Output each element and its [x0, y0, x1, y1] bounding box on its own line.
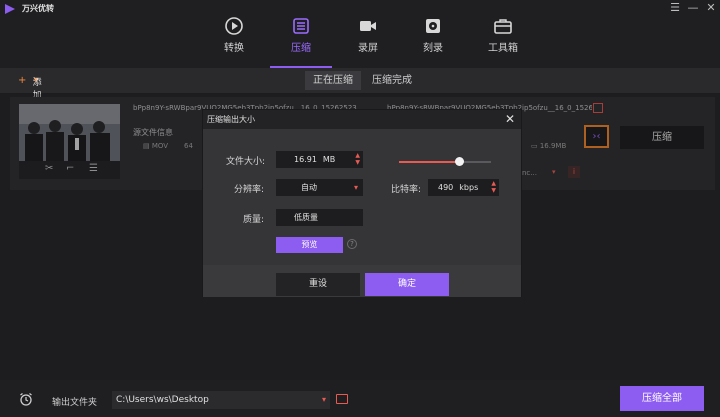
- bitrate-unit: kbps: [459, 183, 479, 192]
- help-icon[interactable]: ?: [347, 239, 357, 249]
- schedule-alarm-icon[interactable]: [19, 392, 33, 406]
- file-size-stepper-icon[interactable]: ▲ ▼: [355, 152, 360, 166]
- tab-record[interactable]: 录屏: [338, 16, 398, 54]
- tab-compressed[interactable]: 压缩完成: [364, 71, 420, 90]
- toolbox-icon: [494, 19, 512, 34]
- quality-label: 质量:: [243, 215, 265, 225]
- convert-icon: [225, 17, 243, 35]
- bitrate-label: 比特率:: [391, 185, 422, 195]
- compress-all-button[interactable]: 压缩全部: [620, 386, 704, 411]
- compress-dialog: 压缩输出大小 ✕ 文件大小: 16.91 MB ▲ ▼ 分辨率: 自动 ▾ 比特率:…: [202, 109, 522, 297]
- size-slider-knob[interactable]: [454, 157, 464, 166]
- preview-button[interactable]: 预览: [276, 237, 343, 253]
- output-path-dropdown-icon: ▾: [321, 395, 326, 404]
- tab-convert[interactable]: 转换: [204, 16, 264, 54]
- file-size-input[interactable]: 16.91 MB ▲ ▼: [276, 151, 363, 168]
- size-slider-fill: [399, 161, 459, 163]
- reset-button[interactable]: 重设: [276, 273, 360, 296]
- tab-burn-label: 刻录: [423, 43, 443, 54]
- toolbar: + 添加文件 ▾ 正在压缩 压缩完成: [0, 68, 720, 127]
- tab-toolbox-label: 工具箱: [488, 43, 518, 54]
- bitrate-value: 490: [438, 183, 454, 192]
- dialog-close-icon[interactable]: ✕: [505, 112, 515, 126]
- tab-toolbox[interactable]: 工具箱: [473, 16, 533, 54]
- open-folder-icon[interactable]: [336, 394, 348, 404]
- output-folder-label: 输出文件夹: [52, 398, 98, 408]
- tab-record-label: 录屏: [358, 43, 378, 54]
- ok-button[interactable]: 确定: [365, 273, 449, 296]
- bottom-bar: 输出文件夹 C:\Users\ws\Desktop ▾ 压缩全部: [0, 380, 720, 417]
- size-slider[interactable]: [399, 157, 491, 166]
- dialog-header: 压缩输出大小 ✕: [203, 110, 521, 129]
- bitrate-input[interactable]: 490 kbps ▲ ▼: [428, 179, 499, 196]
- output-path-value: C:\Users\ws\Desktop: [116, 395, 209, 405]
- plus-icon: +: [18, 75, 27, 86]
- dialog-title: 压缩输出大小: [207, 115, 255, 124]
- tab-compress[interactable]: 压缩: [271, 16, 331, 54]
- quality-display: 低质量: [276, 209, 363, 226]
- minimize-icon[interactable]: —: [686, 1, 700, 14]
- resolution-select[interactable]: 自动 ▾: [276, 179, 363, 196]
- file-size-value: 16.91: [294, 155, 317, 164]
- title-bar: 万兴优转 ☰ — ✕ 转换 压缩 录屏 刻录 工具箱: [0, 0, 720, 68]
- record-icon: [360, 21, 376, 31]
- file-size-label: 文件大小:: [226, 157, 266, 167]
- close-window-icon[interactable]: ✕: [704, 1, 718, 14]
- bitrate-stepper-icon[interactable]: ▲ ▼: [491, 180, 496, 194]
- burn-disc-icon: [426, 19, 440, 33]
- app-window: 万兴优转 ☰ — ✕ 转换 压缩 录屏 刻录 工具箱 + 添加 ▾ 正在压缩 压…: [0, 0, 720, 417]
- resolution-label: 分辨率:: [234, 185, 265, 195]
- compress-icon: [293, 18, 309, 34]
- app-logo-icon: [5, 4, 15, 14]
- tab-burn[interactable]: 刻录: [403, 16, 463, 54]
- app-title: 万兴优转: [22, 4, 54, 13]
- file-size-unit: MB: [322, 155, 336, 164]
- resolution-value: 自动: [301, 183, 317, 192]
- resolution-dropdown-icon: ▾: [353, 183, 358, 192]
- menu-icon[interactable]: ☰: [668, 1, 682, 14]
- tab-convert-label: 转换: [224, 43, 244, 54]
- add-file-button[interactable]: + 添加文件 ▾: [18, 75, 42, 127]
- dialog-footer: [203, 265, 521, 297]
- dialog-body: [203, 129, 521, 265]
- tab-compress-label: 压缩: [291, 43, 311, 54]
- tab-compressing[interactable]: 正在压缩: [305, 71, 361, 90]
- output-path-select[interactable]: C:\Users\ws\Desktop ▾: [112, 391, 330, 409]
